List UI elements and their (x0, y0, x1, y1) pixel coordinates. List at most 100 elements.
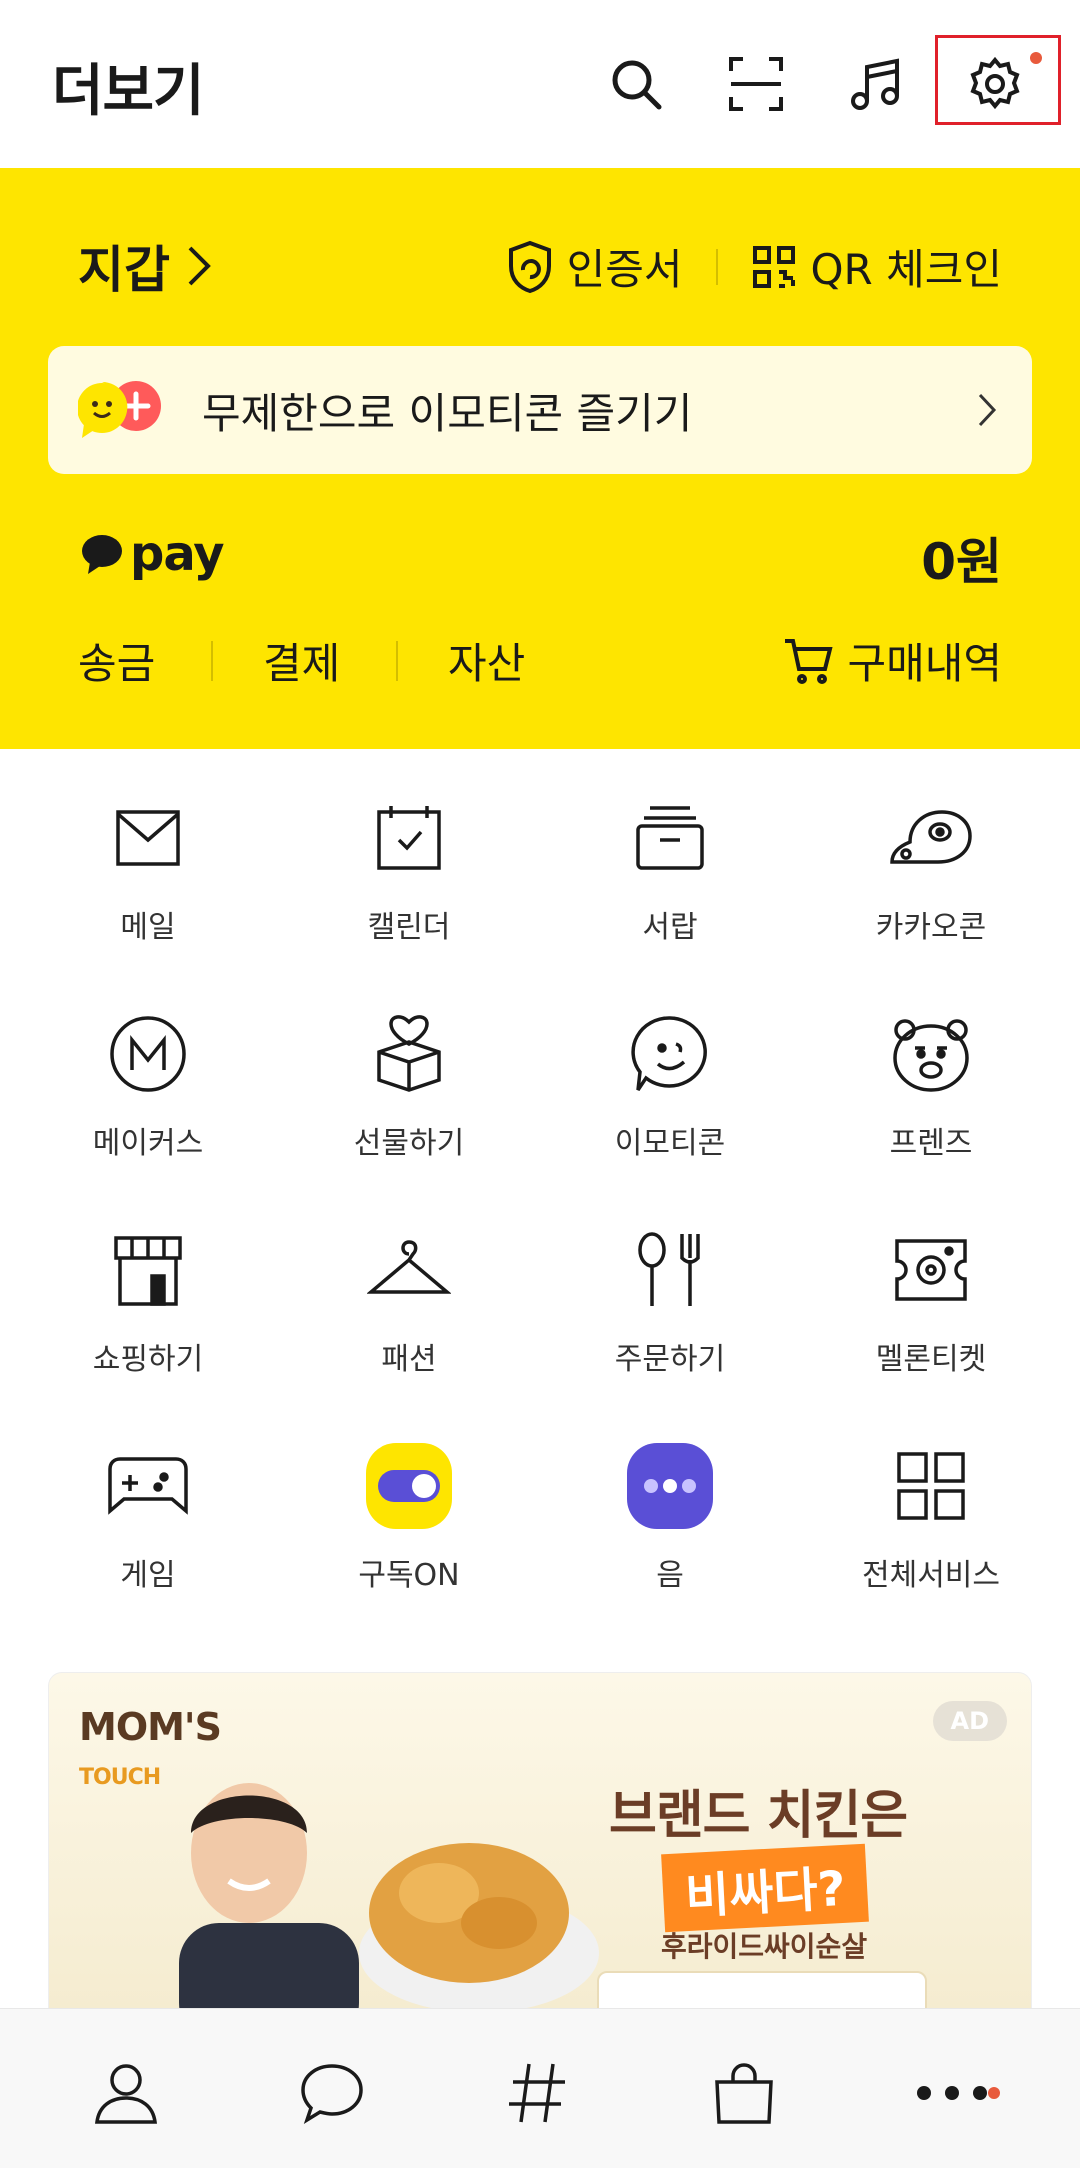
certificate-label: 인증서 (566, 245, 683, 294)
settings-button[interactable] (963, 50, 1027, 118)
hanger-icon (367, 1240, 451, 1294)
toggle-on-icon (366, 1443, 452, 1529)
pay-label: pay (130, 526, 225, 582)
bear-face-icon (893, 1019, 969, 1092)
nav-openchat[interactable] (498, 2053, 578, 2133)
ad-price-box (597, 1971, 927, 2011)
emoticon-icon (631, 1016, 707, 1091)
grid-item-melon-ticket[interactable]: 멜론티켓 (831, 1222, 1031, 1382)
ticket-icon (895, 1239, 967, 1301)
certificate-button[interactable]: 인증서 (507, 236, 683, 297)
grid-label: 구독ON (358, 1558, 460, 1593)
grid-label: 전체서비스 (862, 1558, 1000, 1593)
nav-more[interactable] (912, 2053, 992, 2133)
kakaocon-icon (890, 810, 972, 864)
grid-item-gift[interactable]: 선물하기 (309, 1006, 509, 1166)
nav-friends[interactable] (86, 2053, 166, 2133)
grid-item-drawer[interactable]: 서랍 (570, 790, 770, 950)
qr-checkin-label: QR 체크인 (810, 245, 1002, 294)
grid-label: 쇼핑하기 (92, 1342, 204, 1377)
search-button[interactable] (604, 50, 668, 118)
grid-label: 카카오콘 (875, 910, 987, 945)
store-icon (114, 1236, 182, 1306)
promo-text: 무제한으로 이모티콘 즐기기 (202, 388, 693, 438)
mail-icon (116, 810, 180, 866)
bottom-navigation (0, 2008, 1080, 2168)
grid-label: 캘린더 (367, 910, 451, 945)
pay-balance[interactable]: 0원 (921, 522, 1002, 594)
grid-item-game[interactable]: 게임 (48, 1438, 248, 1598)
purchase-history-label: 구매내역 (847, 639, 1002, 688)
grid-label: 선물하기 (353, 1126, 465, 1161)
ad-badge: AD (932, 1701, 1007, 1741)
emoticon-plus-icon (77, 381, 161, 438)
speech-bubble-icon (82, 535, 122, 574)
qr-code-icon (753, 245, 796, 288)
scan-icon (729, 57, 783, 111)
calendar-icon (377, 806, 441, 870)
music-button[interactable] (844, 50, 908, 118)
grid-label: 주문하기 (614, 1342, 726, 1377)
divider (716, 248, 719, 285)
grid-item-order[interactable]: 주문하기 (570, 1222, 770, 1382)
nav-chats[interactable] (292, 2053, 372, 2133)
grid-item-eum[interactable]: 음 (570, 1438, 770, 1598)
grid-label: 메일 (120, 910, 176, 945)
ad-brand-text: MOM'S (79, 1705, 222, 1749)
grid-label: 메이커스 (92, 1126, 204, 1161)
search-icon (612, 60, 662, 110)
person-icon (95, 2064, 157, 2124)
transfer-button[interactable]: 송금 (78, 630, 183, 691)
utensils-icon (638, 1232, 700, 1306)
page-title: 더보기 (52, 59, 205, 124)
grid-item-mail[interactable]: 메일 (48, 790, 248, 950)
more-dots-icon (627, 1443, 713, 1529)
wallet-title: 지갑 (78, 241, 170, 299)
qr-checkin-button[interactable]: QR 체크인 (752, 236, 1002, 297)
nav-shopping[interactable] (704, 2053, 784, 2133)
gamepad-icon (108, 1457, 188, 1515)
grid-item-subscribe-on[interactable]: 구독ON (309, 1438, 509, 1598)
wallet-title-link[interactable]: 지갑 (78, 230, 214, 302)
grid-item-makers[interactable]: 메이커스 (48, 1006, 248, 1166)
grid-item-kakaocon[interactable]: 카카오콘 (831, 790, 1031, 950)
ad-banner[interactable]: MOM'S TOUCH AD 브랜드 치킨은 비싸다? 후라이드싸이순살 (48, 1672, 1032, 2012)
settings-notification-dot (1030, 52, 1042, 64)
payment-button[interactable]: 결제 (263, 630, 368, 691)
chevron-right-icon (188, 246, 211, 286)
gift-box-icon (377, 1015, 441, 1092)
header: 더보기 (0, 0, 1080, 168)
ad-subtext: 후라이드싸이순살 (661, 1930, 868, 1963)
makers-icon (110, 1016, 186, 1092)
grid-icon (897, 1452, 965, 1520)
grid-item-friends[interactable]: 프렌즈 (831, 1006, 1031, 1166)
divider (211, 640, 213, 681)
grid-item-all-services[interactable]: 전체서비스 (831, 1438, 1031, 1598)
divider (396, 640, 398, 681)
purchase-history-button[interactable]: 구매내역 (783, 630, 1002, 691)
grid-item-shopping[interactable]: 쇼핑하기 (48, 1222, 248, 1382)
grid-label: 서랍 (642, 910, 698, 945)
ad-headline: 브랜드 치킨은 (609, 1786, 908, 1846)
grid-label: 음 (656, 1558, 684, 1593)
wallet-section: 지갑 인증서 QR 체크인 무제한으로 이모티콘 즐기기 pay 0원 송금 결… (0, 168, 1080, 749)
music-icon (851, 58, 899, 110)
grid-item-emoticon[interactable]: 이모티콘 (570, 1006, 770, 1166)
chat-bubble-icon (301, 2064, 363, 2125)
shopping-bag-icon (715, 2063, 773, 2124)
ad-highlight: 비싸다? (661, 1843, 870, 1933)
grid-label: 이모티콘 (614, 1126, 726, 1161)
grid-label: 게임 (120, 1558, 176, 1593)
emoticon-promo-banner[interactable]: 무제한으로 이모티콘 즐기기 (48, 346, 1032, 474)
more-dots-icon (917, 2086, 987, 2100)
grid-item-calendar[interactable]: 캘린더 (309, 790, 509, 950)
cart-icon (785, 638, 833, 684)
grid-label: 멜론티켓 (875, 1342, 987, 1377)
kakao-pay-logo[interactable]: pay (80, 526, 225, 582)
drawer-icon (636, 806, 704, 870)
scan-button[interactable] (724, 50, 788, 118)
chevron-right-icon (978, 393, 997, 427)
assets-button[interactable]: 자산 (448, 630, 553, 691)
grid-item-fashion[interactable]: 패션 (309, 1222, 509, 1382)
grid-label: 프렌즈 (889, 1126, 973, 1161)
